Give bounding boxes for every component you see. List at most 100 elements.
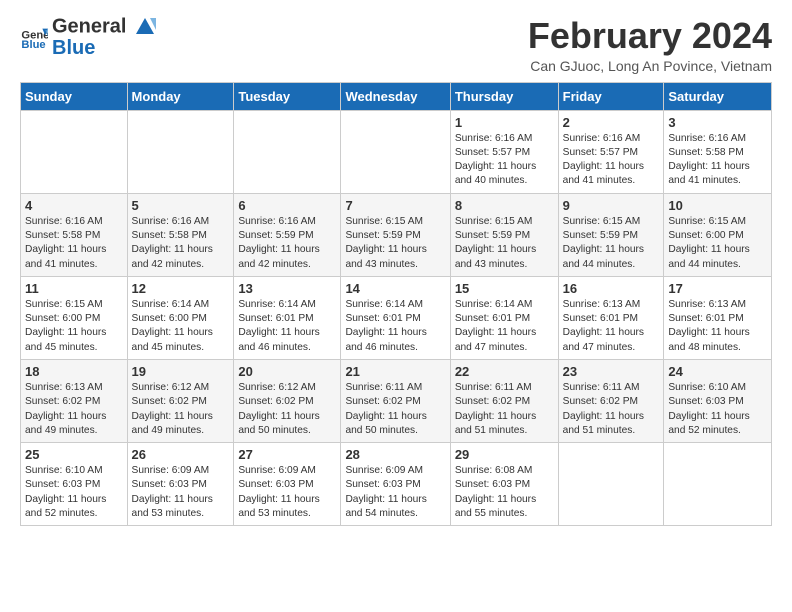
day-info: Sunrise: 6:10 AM Sunset: 6:03 PM Dayligh…	[668, 381, 767, 438]
day-info: Sunrise: 6:13 AM Sunset: 6:01 PM Dayligh…	[563, 298, 660, 355]
day-info: Sunrise: 6:14 AM Sunset: 6:01 PM Dayligh…	[238, 298, 336, 355]
day-number: 2	[563, 115, 660, 130]
calendar-day-cell: 14 Sunrise: 6:14 AM Sunset: 6:01 PM Dayli…	[341, 276, 450, 359]
day-info: Sunrise: 6:16 AM Sunset: 5:58 PM Dayligh…	[132, 215, 230, 272]
calendar-day-cell: 19 Sunrise: 6:12 AM Sunset: 6:02 PM Dayli…	[127, 359, 234, 442]
calendar-table: SundayMondayTuesdayWednesdayThursdayFrid…	[20, 82, 772, 527]
logo-blue-text: Blue	[52, 38, 156, 58]
calendar-day-cell: 16 Sunrise: 6:13 AM Sunset: 6:01 PM Dayli…	[558, 276, 664, 359]
calendar-week-row: 25Sunrise: 6:10 AM Sunset: 6:03 PM Dayli…	[21, 443, 772, 526]
day-info: Sunrise: 6:16 AM Sunset: 5:57 PM Dayligh…	[455, 132, 554, 189]
day-number: 6	[238, 198, 336, 213]
day-info: Sunrise: 6:09 AM Sunset: 6:03 PM Dayligh…	[345, 464, 445, 521]
day-info: Sunrise: 6:15 AM Sunset: 5:59 PM Dayligh…	[345, 215, 445, 272]
calendar-day-cell: 12 Sunrise: 6:14 AM Sunset: 6:00 PM Dayli…	[127, 276, 234, 359]
day-of-week-header: Tuesday	[234, 82, 341, 110]
svg-text:Blue: Blue	[21, 39, 45, 51]
calendar-week-row: 4 Sunrise: 6:16 AM Sunset: 5:58 PM Daylig…	[21, 193, 772, 276]
day-info: Sunrise: 6:15 AM Sunset: 6:00 PM Dayligh…	[25, 298, 123, 355]
calendar-day-cell: 15Sunrise: 6:14 AM Sunset: 6:01 PM Dayli…	[450, 276, 558, 359]
calendar-week-row: 11 Sunrise: 6:15 AM Sunset: 6:00 PM Dayli…	[21, 276, 772, 359]
day-number: 18	[25, 364, 123, 379]
day-number: 28	[345, 447, 445, 462]
day-number: 27	[238, 447, 336, 462]
calendar-day-cell: 25Sunrise: 6:10 AM Sunset: 6:03 PM Dayli…	[21, 443, 128, 526]
day-info: Sunrise: 6:14 AM Sunset: 6:01 PM Dayligh…	[345, 298, 445, 355]
calendar-empty-cell	[664, 443, 772, 526]
calendar-day-cell: 8Sunrise: 6:15 AM Sunset: 5:59 PM Daylig…	[450, 193, 558, 276]
day-number: 7	[345, 198, 445, 213]
day-info: Sunrise: 6:15 AM Sunset: 5:59 PM Dayligh…	[563, 215, 660, 272]
logo-icon: General Blue	[20, 23, 48, 51]
day-info: Sunrise: 6:08 AM Sunset: 6:03 PM Dayligh…	[455, 464, 554, 521]
day-info: Sunrise: 6:16 AM Sunset: 5:58 PM Dayligh…	[668, 132, 767, 189]
calendar-day-cell: 6 Sunrise: 6:16 AM Sunset: 5:59 PM Daylig…	[234, 193, 341, 276]
logo-text-general: General	[52, 15, 126, 37]
day-info: Sunrise: 6:13 AM Sunset: 6:01 PM Dayligh…	[668, 298, 767, 355]
calendar-day-cell: 2 Sunrise: 6:16 AM Sunset: 5:57 PM Daylig…	[558, 110, 664, 193]
day-number: 12	[132, 281, 230, 296]
day-info: Sunrise: 6:12 AM Sunset: 6:02 PM Dayligh…	[238, 381, 336, 438]
calendar-empty-cell	[127, 110, 234, 193]
day-number: 25	[25, 447, 123, 462]
calendar-day-cell: 28 Sunrise: 6:09 AM Sunset: 6:03 PM Dayli…	[341, 443, 450, 526]
day-number: 29	[455, 447, 554, 462]
day-info: Sunrise: 6:16 AM Sunset: 5:59 PM Dayligh…	[238, 215, 336, 272]
day-of-week-header: Monday	[127, 82, 234, 110]
calendar-day-cell: 7 Sunrise: 6:15 AM Sunset: 5:59 PM Daylig…	[341, 193, 450, 276]
calendar-day-cell: 13 Sunrise: 6:14 AM Sunset: 6:01 PM Dayli…	[234, 276, 341, 359]
day-info: Sunrise: 6:11 AM Sunset: 6:02 PM Dayligh…	[455, 381, 554, 438]
calendar-header-row: SundayMondayTuesdayWednesdayThursdayFrid…	[21, 82, 772, 110]
calendar-day-cell: 29 Sunrise: 6:08 AM Sunset: 6:03 PM Dayli…	[450, 443, 558, 526]
day-number: 22	[455, 364, 554, 379]
calendar-day-cell: 10 Sunrise: 6:15 AM Sunset: 6:00 PM Dayli…	[664, 193, 772, 276]
calendar-empty-cell	[558, 443, 664, 526]
calendar-day-cell: 21Sunrise: 6:11 AM Sunset: 6:02 PM Dayli…	[341, 359, 450, 442]
day-number: 13	[238, 281, 336, 296]
day-number: 1	[455, 115, 554, 130]
day-number: 4	[25, 198, 123, 213]
calendar-empty-cell	[234, 110, 341, 193]
day-info: Sunrise: 6:12 AM Sunset: 6:02 PM Dayligh…	[132, 381, 230, 438]
calendar-day-cell: 27Sunrise: 6:09 AM Sunset: 6:03 PM Dayli…	[234, 443, 341, 526]
day-number: 14	[345, 281, 445, 296]
day-info: Sunrise: 6:14 AM Sunset: 6:00 PM Dayligh…	[132, 298, 230, 355]
day-number: 24	[668, 364, 767, 379]
day-number: 3	[668, 115, 767, 130]
calendar-day-cell: 18Sunrise: 6:13 AM Sunset: 6:02 PM Dayli…	[21, 359, 128, 442]
day-info: Sunrise: 6:16 AM Sunset: 5:58 PM Dayligh…	[25, 215, 123, 272]
day-number: 23	[563, 364, 660, 379]
day-number: 26	[132, 447, 230, 462]
calendar-day-cell: 3 Sunrise: 6:16 AM Sunset: 5:58 PM Daylig…	[664, 110, 772, 193]
day-number: 17	[668, 281, 767, 296]
day-of-week-header: Saturday	[664, 82, 772, 110]
day-of-week-header: Thursday	[450, 82, 558, 110]
calendar-day-cell: 22 Sunrise: 6:11 AM Sunset: 6:02 PM Dayli…	[450, 359, 558, 442]
calendar-day-cell: 23Sunrise: 6:11 AM Sunset: 6:02 PM Dayli…	[558, 359, 664, 442]
day-info: Sunrise: 6:15 AM Sunset: 6:00 PM Dayligh…	[668, 215, 767, 272]
calendar-day-cell: 11 Sunrise: 6:15 AM Sunset: 6:00 PM Dayli…	[21, 276, 128, 359]
day-number: 9	[563, 198, 660, 213]
day-number: 11	[25, 281, 123, 296]
calendar-week-row: 1 Sunrise: 6:16 AM Sunset: 5:57 PM Daylig…	[21, 110, 772, 193]
day-info: Sunrise: 6:09 AM Sunset: 6:03 PM Dayligh…	[132, 464, 230, 521]
day-info: Sunrise: 6:16 AM Sunset: 5:57 PM Dayligh…	[563, 132, 660, 189]
day-number: 15	[455, 281, 554, 296]
calendar-empty-cell	[341, 110, 450, 193]
calendar-day-cell: 20Sunrise: 6:12 AM Sunset: 6:02 PM Dayli…	[234, 359, 341, 442]
day-number: 16	[563, 281, 660, 296]
day-info: Sunrise: 6:11 AM Sunset: 6:02 PM Dayligh…	[345, 381, 445, 438]
day-number: 8	[455, 198, 554, 213]
logo-general-text: General	[52, 16, 156, 38]
calendar-day-cell: 17 Sunrise: 6:13 AM Sunset: 6:01 PM Dayli…	[664, 276, 772, 359]
calendar-day-cell: 1 Sunrise: 6:16 AM Sunset: 5:57 PM Daylig…	[450, 110, 558, 193]
calendar-day-cell: 26 Sunrise: 6:09 AM Sunset: 6:03 PM Dayli…	[127, 443, 234, 526]
location-subtitle: Can GJuoc, Long An Povince, Vietnam	[528, 58, 772, 74]
month-year-title: February 2024	[528, 16, 772, 56]
day-number: 19	[132, 364, 230, 379]
calendar-empty-cell	[21, 110, 128, 193]
title-area: February 2024 Can GJuoc, Long An Povince…	[528, 16, 772, 74]
calendar-week-row: 18Sunrise: 6:13 AM Sunset: 6:02 PM Dayli…	[21, 359, 772, 442]
day-of-week-header: Friday	[558, 82, 664, 110]
day-number: 10	[668, 198, 767, 213]
